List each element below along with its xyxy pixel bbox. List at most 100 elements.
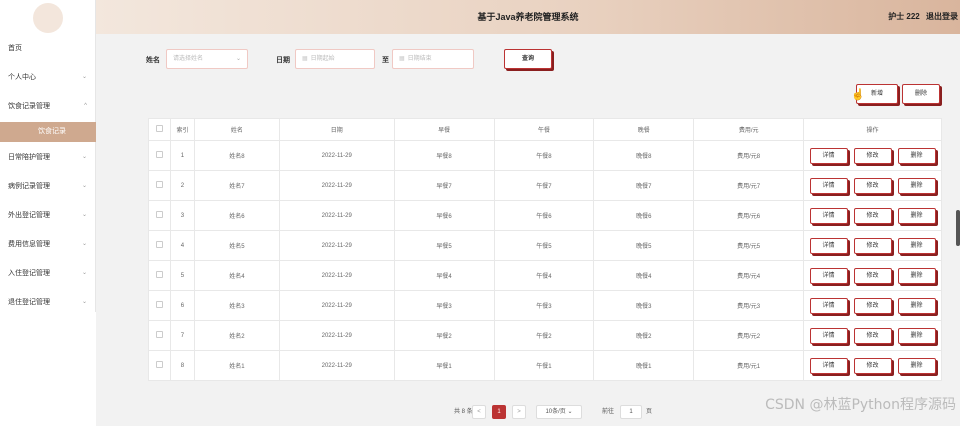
cell-lunch: 午餐5 bbox=[493, 230, 595, 261]
date-start-input[interactable]: ▦ 日期起始 bbox=[295, 49, 375, 69]
cell-dinner: 晚餐2 bbox=[593, 320, 695, 351]
cell-name: 姓名2 bbox=[193, 320, 280, 351]
sidebar-item-1[interactable]: 个人中心 ⌄ bbox=[0, 63, 96, 92]
goto-page-input[interactable]: 1 bbox=[620, 405, 642, 419]
cell-name: 姓名8 bbox=[193, 140, 280, 171]
table-row: 6 姓名3 2022-11-29 早餐3 午餐3 晚餐3 费用/元3 详情 修改 删除 bbox=[148, 290, 942, 321]
sidebar-item-9[interactable]: 退住登记管理 ⌄ bbox=[0, 288, 96, 317]
cell-date: 2022-11-29 bbox=[278, 290, 395, 321]
row-checkbox-cell[interactable] bbox=[148, 290, 171, 321]
page-size-select[interactable]: 10条/页 ⌄ bbox=[536, 405, 582, 419]
detail-button[interactable]: 详情 bbox=[809, 297, 848, 314]
sidebar-item-6[interactable]: 外出登记管理 ⌄ bbox=[0, 201, 96, 230]
delete-button[interactable]: 删除 bbox=[902, 84, 940, 104]
detail-button[interactable]: 详情 bbox=[809, 147, 848, 164]
row-checkbox[interactable] bbox=[155, 301, 163, 308]
row-delete-button[interactable]: 删除 bbox=[897, 147, 936, 164]
table-row: 5 姓名4 2022-11-29 早餐4 午餐4 晚餐4 费用/元4 详情 修改 删除 bbox=[148, 260, 942, 291]
sidebar-item-label: 退住登记管理 bbox=[8, 299, 50, 306]
name-filter-label: 姓名 bbox=[146, 57, 160, 64]
select-all-checkbox[interactable] bbox=[155, 125, 163, 132]
row-checkbox[interactable] bbox=[155, 181, 163, 188]
page-1-button[interactable]: 1 bbox=[492, 405, 506, 419]
row-checkbox-cell[interactable] bbox=[148, 170, 171, 201]
detail-button[interactable]: 详情 bbox=[809, 267, 848, 284]
row-checkbox-cell[interactable] bbox=[148, 230, 171, 261]
row-checkbox-cell[interactable] bbox=[148, 140, 171, 171]
sidebar-item-2[interactable]: 饮食记录管理 ^ bbox=[0, 92, 96, 121]
row-checkbox-cell[interactable] bbox=[148, 260, 171, 291]
cell-date: 2022-11-29 bbox=[278, 170, 395, 201]
sidebar-subitem-3[interactable]: 饮食记录 bbox=[0, 122, 96, 142]
row-checkbox-cell[interactable] bbox=[148, 320, 171, 351]
row-delete-button[interactable]: 删除 bbox=[897, 357, 936, 374]
cell-index: 8 bbox=[169, 350, 195, 381]
date-end-input[interactable]: ▦ 日期结束 bbox=[392, 49, 474, 69]
row-delete-button[interactable]: 删除 bbox=[897, 327, 936, 344]
table-row: 4 姓名5 2022-11-29 早餐5 午餐5 晚餐5 费用/元5 详情 修改 删除 bbox=[148, 230, 942, 261]
row-actions: 详情 修改 删除 bbox=[803, 230, 942, 261]
detail-button[interactable]: 详情 bbox=[809, 207, 848, 224]
name-select[interactable]: 请选择姓名 ⌄ bbox=[166, 49, 248, 69]
detail-button[interactable]: 详情 bbox=[809, 327, 848, 344]
row-checkbox[interactable] bbox=[155, 211, 163, 218]
detail-button[interactable]: 详情 bbox=[809, 237, 848, 254]
cell-fee: 费用/元3 bbox=[693, 290, 805, 321]
row-checkbox[interactable] bbox=[155, 361, 163, 368]
edit-button[interactable]: 修改 bbox=[853, 327, 892, 344]
column-header: 晚餐 bbox=[593, 118, 695, 141]
row-checkbox[interactable] bbox=[155, 331, 163, 338]
edit-button[interactable]: 修改 bbox=[853, 207, 892, 224]
goto-label: 前往 bbox=[602, 409, 615, 415]
select-all-checkbox-cell[interactable] bbox=[148, 118, 171, 141]
cell-breakfast: 早餐3 bbox=[393, 290, 495, 321]
query-button[interactable]: 查询 bbox=[504, 49, 552, 69]
cell-name: 姓名3 bbox=[193, 290, 280, 321]
edit-button[interactable]: 修改 bbox=[853, 177, 892, 194]
sidebar-item-0[interactable]: 首页 bbox=[0, 34, 96, 63]
row-checkbox[interactable] bbox=[155, 151, 163, 158]
detail-button[interactable]: 详情 bbox=[809, 177, 848, 194]
edit-button[interactable]: 修改 bbox=[853, 147, 892, 164]
row-delete-button[interactable]: 删除 bbox=[897, 267, 936, 284]
date-range-separator: 至 bbox=[382, 57, 389, 64]
sidebar-item-label: 外出登记管理 bbox=[8, 212, 50, 219]
cell-index: 4 bbox=[169, 230, 195, 261]
chevron-down-icon: ⌄ bbox=[567, 409, 573, 415]
pagination-total: 共 8 条 bbox=[454, 409, 473, 415]
app-title: 基于Java养老院管理系统 bbox=[477, 12, 579, 22]
row-checkbox[interactable] bbox=[155, 241, 163, 248]
sidebar-item-5[interactable]: 病例记录管理 ⌄ bbox=[0, 172, 96, 201]
cell-dinner: 晚餐3 bbox=[593, 290, 695, 321]
sidebar-item-label: 日常陪护管理 bbox=[8, 154, 50, 161]
sidebar-item-label: 入住登记管理 bbox=[8, 270, 50, 277]
sidebar-item-7[interactable]: 费用信息管理 ⌄ bbox=[0, 230, 96, 259]
page-scrollbar[interactable] bbox=[956, 210, 960, 246]
detail-button[interactable]: 详情 bbox=[809, 357, 848, 374]
sidebar-item-8[interactable]: 入住登记管理 ⌄ bbox=[0, 259, 96, 288]
table-row: 8 姓名1 2022-11-29 早餐1 午餐1 晚餐1 费用/元1 详情 修改 删除 bbox=[148, 350, 942, 381]
row-actions: 详情 修改 删除 bbox=[803, 200, 942, 231]
cell-lunch: 午餐2 bbox=[493, 320, 595, 351]
sidebar-menu: 首页 个人中心 ⌄ 饮食记录管理 ^ 饮食记录 日常陪护管理 ⌄ 病例记录管理 ⌄ 外出登记管理 ⌄ 费… bbox=[0, 34, 96, 317]
row-delete-button[interactable]: 删除 bbox=[897, 237, 936, 254]
row-checkbox-cell[interactable] bbox=[148, 200, 171, 231]
table-body: 1 姓名8 2022-11-29 早餐8 午餐8 晚餐8 费用/元8 详情 修改 删除 2 姓名7 20… bbox=[148, 140, 942, 381]
next-page-button[interactable]: > bbox=[512, 405, 526, 419]
edit-button[interactable]: 修改 bbox=[853, 357, 892, 374]
edit-button[interactable]: 修改 bbox=[853, 267, 892, 284]
row-delete-button[interactable]: 删除 bbox=[897, 207, 936, 224]
row-checkbox[interactable] bbox=[155, 271, 163, 278]
row-checkbox-cell[interactable] bbox=[148, 350, 171, 381]
chevron-down-icon: ⌄ bbox=[81, 74, 87, 80]
sidebar-item-4[interactable]: 日常陪护管理 ⌄ bbox=[0, 143, 96, 172]
row-delete-button[interactable]: 删除 bbox=[897, 297, 936, 314]
logout-link[interactable]: 退出登录 bbox=[926, 12, 958, 21]
prev-page-button[interactable]: < bbox=[472, 405, 486, 419]
row-actions: 详情 修改 删除 bbox=[803, 320, 942, 351]
edit-button[interactable]: 修改 bbox=[853, 297, 892, 314]
row-delete-button[interactable]: 删除 bbox=[897, 177, 936, 194]
table-header-row: 索引 姓名 日期 早餐 午餐 晚餐 费用/元 操作 bbox=[148, 118, 942, 141]
cell-fee: 费用/元2 bbox=[693, 320, 805, 351]
edit-button[interactable]: 修改 bbox=[853, 237, 892, 254]
